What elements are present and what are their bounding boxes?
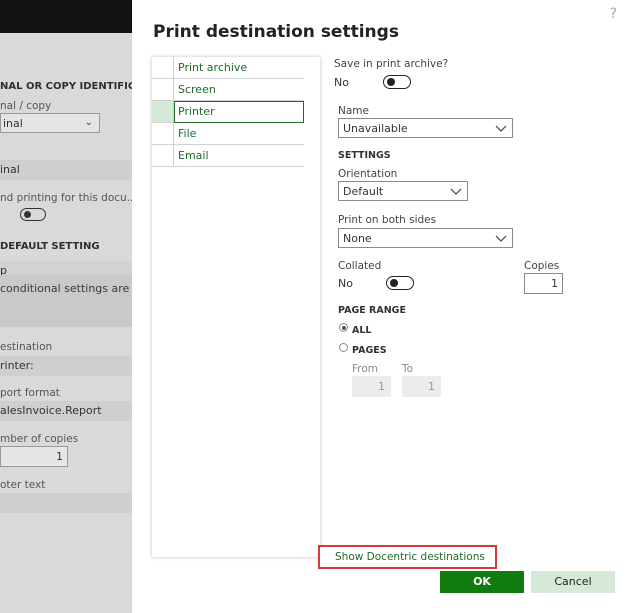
name-label: Name (338, 105, 369, 117)
collated-toggle[interactable] (386, 276, 414, 290)
bg-label-destination: estination (0, 341, 53, 353)
row-selector[interactable] (152, 123, 174, 144)
bg-toggle (20, 208, 46, 221)
bg-field-report-format: alesInvoice.Report (0, 401, 132, 421)
bg-original-copy-dropdown: inal ⌄ (0, 113, 100, 133)
both-sides-value: None (343, 232, 372, 245)
bg-original-copy-value: inal (3, 117, 23, 130)
bg-conditional-text: conditional settings are n (0, 282, 132, 295)
row-selector[interactable] (152, 79, 174, 100)
destination-label: File (178, 127, 197, 140)
destination-item-print-archive[interactable]: Print archive (152, 57, 304, 79)
printer-name-select[interactable]: Unavailable (338, 118, 513, 138)
copies-label: Copies (524, 260, 560, 272)
range-all-label: ALL (352, 325, 372, 336)
range-pages-label: PAGES (352, 345, 387, 356)
both-sides-select[interactable]: None (338, 228, 513, 248)
bg-header-original-copy: NAL OR COPY IDENTIFICATI (0, 81, 132, 92)
docentric-destinations-link[interactable]: Show Docentric destinations (318, 545, 497, 569)
to-label: To (402, 363, 414, 375)
destination-item-file[interactable]: File (152, 123, 304, 145)
destination-label: Printer (178, 105, 215, 118)
bg-label-printing: nd printing for this docu... (0, 192, 132, 204)
range-pages-radio[interactable] (339, 343, 348, 352)
chevron-down-icon (495, 125, 507, 132)
bg-label-footer: oter text (0, 479, 46, 491)
orientation-value: Default (343, 185, 384, 198)
settings-header: SETTINGS (338, 150, 391, 161)
chevron-down-icon (495, 235, 507, 242)
bg-label-report-format: port format (0, 387, 60, 399)
print-destination-dialog: ? Print destination settings Print archi… (132, 0, 629, 613)
orientation-label: Orientation (338, 168, 398, 180)
from-label: From (352, 363, 379, 375)
bg-copies-field: 1 (0, 446, 68, 467)
destination-item-printer[interactable]: Printer (152, 101, 304, 123)
bg-label-original-copy: nal / copy (0, 100, 52, 112)
row-selector[interactable] (152, 57, 174, 78)
bg-field-footer (0, 493, 132, 513)
destination-label: Email (178, 149, 209, 162)
bg-header-default: DEFAULT SETTING (0, 241, 100, 252)
collated-value: No (338, 277, 353, 290)
docentric-link-text: Show Docentric destinations (335, 551, 485, 563)
from-input: 1 (352, 376, 391, 397)
row-selector[interactable] (152, 101, 174, 122)
copies-input[interactable]: 1 (524, 273, 563, 294)
page-range-header: PAGE RANGE (338, 305, 406, 316)
chevron-down-icon: ⌄ (84, 117, 93, 128)
destination-item-screen[interactable]: Screen (152, 79, 304, 101)
bg-field-inal-value: inal (0, 163, 20, 176)
range-all-radio[interactable] (339, 323, 348, 332)
bg-label-copies: mber of copies (0, 433, 79, 445)
printer-name-value: Unavailable (343, 122, 408, 135)
collated-label: Collated (338, 260, 382, 272)
save-archive-value: No (334, 76, 349, 89)
bg-destination-value: rinter: (0, 359, 34, 372)
destination-label: Print archive (178, 61, 248, 74)
destination-list: Print archive Screen Printer File Email (152, 57, 320, 557)
orientation-select[interactable]: Default (338, 181, 468, 201)
chevron-down-icon (450, 188, 462, 195)
cancel-button[interactable]: Cancel (531, 571, 615, 593)
save-archive-toggle[interactable] (383, 75, 411, 89)
both-sides-label: Print on both sides (338, 214, 437, 226)
bg-field-inal: inal (0, 160, 132, 180)
row-selector[interactable] (152, 145, 174, 166)
help-icon[interactable]: ? (610, 6, 617, 22)
ok-button[interactable]: OK (440, 571, 524, 593)
save-archive-label: Save in print archive? (334, 58, 449, 70)
app-top-bar (0, 0, 132, 33)
bg-field-destination: rinter: (0, 356, 132, 376)
bg-report-format-value: alesInvoice.Report (0, 404, 102, 417)
destination-label: Screen (178, 83, 216, 96)
background-form: NAL OR COPY IDENTIFICATI nal / copy inal… (0, 33, 132, 613)
dialog-title: Print destination settings (153, 22, 399, 42)
to-input: 1 (402, 376, 441, 397)
destination-item-email[interactable]: Email (152, 145, 304, 167)
